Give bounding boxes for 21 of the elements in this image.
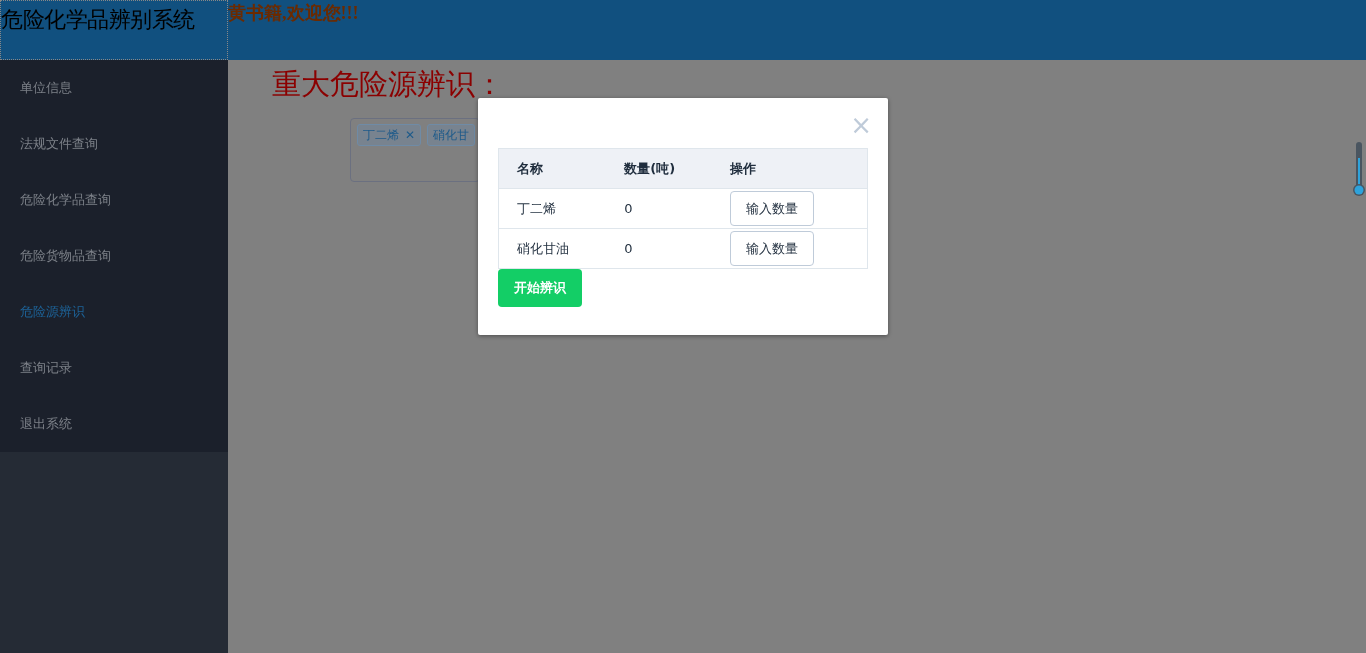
tag-label: 丁二烯 [363, 127, 399, 144]
page-heading: 重大危险源辨识： [272, 66, 505, 102]
sidebar-item[interactable]: 查询记录 [0, 340, 228, 396]
table-cell: 丁二烯 [498, 188, 607, 229]
thermometer-icon [1352, 142, 1366, 198]
sidebar-item[interactable]: 退出系统 [0, 396, 228, 452]
sidebar-item[interactable]: 危险货物品查询 [0, 228, 228, 284]
column-header: 数量(吨) [606, 148, 712, 189]
table-cell: 硝化甘油 [498, 228, 607, 269]
sidebar-item[interactable]: 单位信息 [0, 60, 228, 116]
tag-label: 硝化甘 [433, 127, 470, 144]
table-cell: 0 [606, 228, 712, 269]
sidebar-item[interactable]: 法规文件查询 [0, 116, 228, 172]
table-cell: 0 [606, 188, 712, 229]
column-header: 名称 [498, 148, 607, 189]
welcome-text: 黄书籍,欢迎您!!! [228, 2, 359, 25]
sidebar-item[interactable]: 危险化学品查询 [0, 172, 228, 228]
enter-quantity-button[interactable]: 输入数量 [729, 190, 814, 227]
column-header: 操作 [711, 148, 868, 189]
sidebar-item[interactable]: 危险源辨识 [0, 284, 228, 340]
enter-quantity-button[interactable]: 输入数量 [729, 230, 814, 267]
